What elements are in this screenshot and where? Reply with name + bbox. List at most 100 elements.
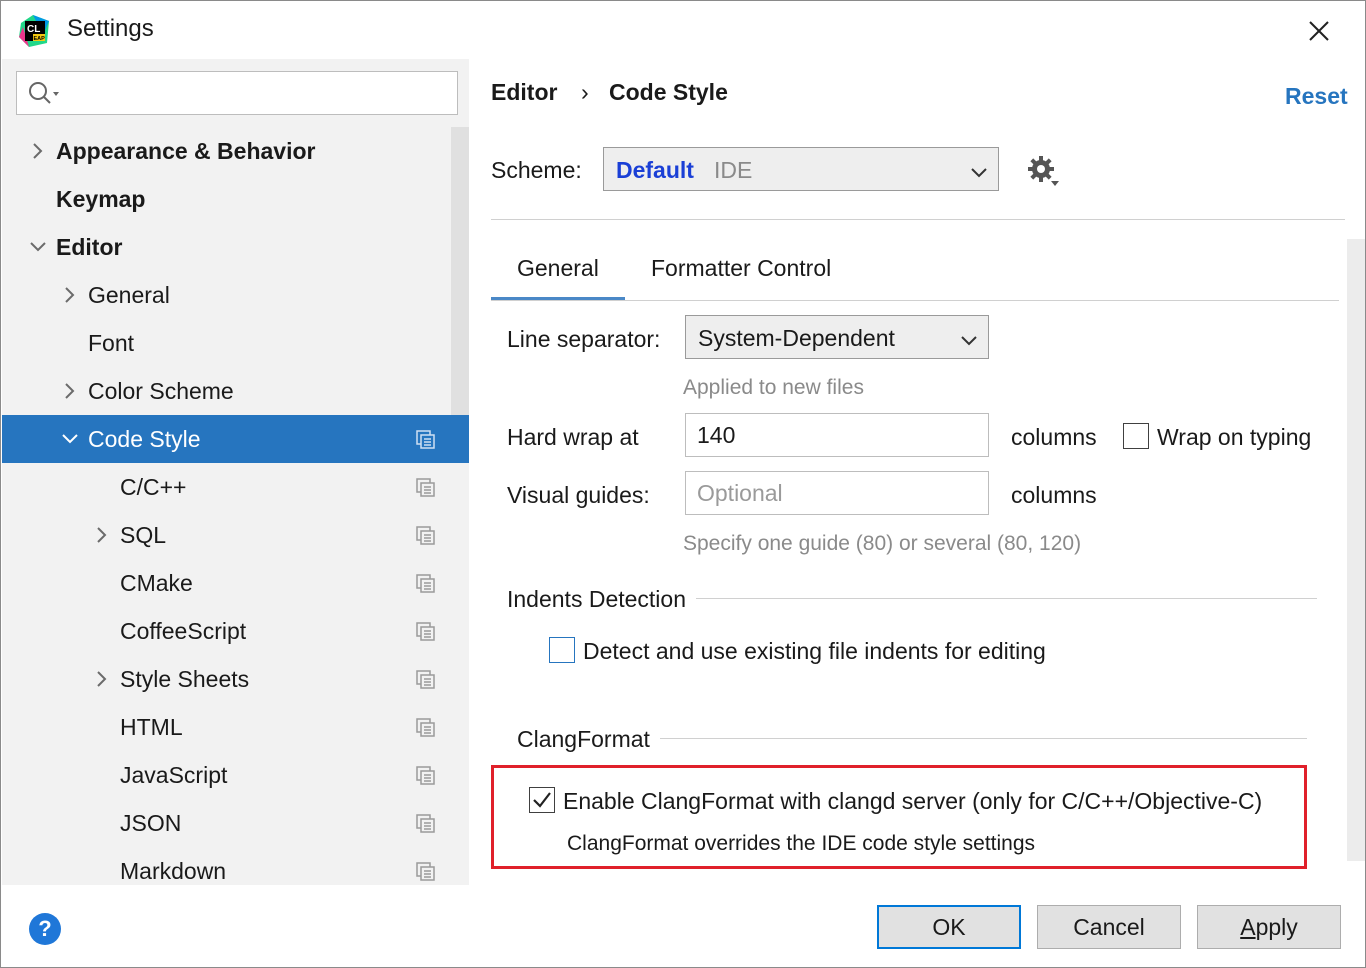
svg-text:CL: CL <box>27 24 40 35</box>
tree-item-label: Keymap <box>56 186 146 212</box>
tabs-divider <box>491 300 1339 301</box>
line-separator-hint: Applied to new files <box>683 376 864 399</box>
hard-wrap-label: Hard wrap at <box>507 424 639 450</box>
line-separator-dropdown[interactable]: System-Dependent <box>685 315 989 359</box>
search-icon <box>27 80 63 112</box>
indents-detection-title: Indents Detection <box>507 586 697 613</box>
tree-item-keymap[interactable]: Keymap <box>2 175 469 223</box>
tree-item-label: C/C++ <box>120 474 187 500</box>
clion-app-icon: CL EAP <box>19 15 51 47</box>
tree-item-html[interactable]: HTML <box>2 703 469 751</box>
gear-icon[interactable] <box>1025 153 1061 195</box>
project-scheme-icon <box>416 525 436 545</box>
project-scheme-icon <box>416 429 436 449</box>
clangformat-title: ClangFormat <box>517 726 660 753</box>
visual-guides-input[interactable]: Optional <box>685 471 989 515</box>
tree-item-label: Code Style <box>88 426 201 452</box>
hard-wrap-input[interactable]: 140 <box>685 413 989 457</box>
visual-guides-columns-label: columns <box>1011 482 1097 508</box>
chevron-down-icon <box>970 160 988 187</box>
close-icon <box>1309 21 1329 41</box>
tree-item-cmake[interactable]: CMake <box>2 559 469 607</box>
tree-item-editor[interactable]: Editor <box>2 223 469 271</box>
content-scrollbar[interactable] <box>1347 239 1365 861</box>
line-separator-value: System-Dependent <box>698 325 895 351</box>
scheme-label: Scheme: <box>491 157 582 183</box>
header-divider <box>491 219 1345 220</box>
detect-indents-checkbox[interactable] <box>549 637 575 663</box>
clangformat-note: ClangFormat overrides the IDE code style… <box>567 832 1036 855</box>
settings-tree: Appearance & Behavior Keymap Editor General… <box>2 127 469 885</box>
search-input[interactable] <box>67 78 447 108</box>
apply-mnemonic: A <box>1240 913 1256 940</box>
chevron-right-icon[interactable] <box>61 286 79 304</box>
tree-item-code-style[interactable]: Code Style <box>2 415 469 463</box>
cancel-button[interactable]: Cancel <box>1037 905 1181 949</box>
tree-item-label: Style Sheets <box>120 666 250 692</box>
apply-label-rest: pply <box>1255 913 1298 940</box>
tree-item-label: SQL <box>120 522 167 548</box>
wrap-on-typing-checkbox[interactable] <box>1123 423 1149 449</box>
tree-item-markdown[interactable]: Markdown <box>2 847 469 885</box>
scheme-dropdown[interactable]: Default IDE <box>603 147 999 191</box>
close-button[interactable] <box>1301 13 1337 49</box>
help-button[interactable]: ? <box>29 913 61 945</box>
tree-item-appearance-behavior[interactable]: Appearance & Behavior <box>2 127 469 175</box>
svg-text:EAP: EAP <box>34 36 46 42</box>
tree-item-label: General <box>88 282 170 308</box>
chevron-right-icon[interactable] <box>93 670 111 688</box>
scheme-type: IDE <box>714 157 753 183</box>
project-scheme-icon <box>416 765 436 785</box>
project-scheme-icon <box>416 861 436 881</box>
settings-nav-panel: Appearance & Behavior Keymap Editor General… <box>2 59 469 885</box>
project-scheme-icon <box>416 621 436 641</box>
tree-item-json[interactable]: JSON <box>2 799 469 847</box>
breadcrumb-current: Code Style <box>609 79 728 105</box>
tab-formatter-control[interactable]: Formatter Control <box>651 255 831 282</box>
tree-item-label: Appearance & Behavior <box>56 138 316 164</box>
hard-wrap-columns-label: columns <box>1011 424 1097 450</box>
project-scheme-icon <box>416 573 436 593</box>
tree-item-label: CMake <box>120 570 193 596</box>
project-scheme-icon <box>416 717 436 737</box>
ok-button[interactable]: OK <box>877 905 1021 949</box>
project-scheme-icon <box>416 477 436 497</box>
title-bar: CL EAP Settings <box>1 1 1365 59</box>
chevron-right-icon[interactable] <box>61 382 79 400</box>
breadcrumb-parent[interactable]: Editor <box>491 79 557 106</box>
tree-item-general[interactable]: General <box>2 271 469 319</box>
reset-link[interactable]: Reset <box>1285 83 1348 110</box>
tree-item-coffeescript[interactable]: CoffeeScript <box>2 607 469 655</box>
tree-item-style-sheets[interactable]: Style Sheets <box>2 655 469 703</box>
enable-clangformat-label[interactable]: Enable ClangFormat with clangd server (o… <box>563 788 1262 815</box>
visual-guides-label: Visual guides: <box>507 482 650 508</box>
visual-guides-hint: Specify one guide (80) or several (80, 1… <box>683 532 1082 555</box>
tab-general[interactable]: General <box>517 255 599 282</box>
tree-item-font[interactable]: Font <box>2 319 469 367</box>
window-title: Settings <box>67 15 154 42</box>
chevron-right-icon[interactable] <box>29 142 47 160</box>
detect-indents-label[interactable]: Detect and use existing file indents for… <box>583 638 1046 665</box>
enable-clangformat-checkbox[interactable] <box>529 787 555 813</box>
tree-item-javascript[interactable]: JavaScript <box>2 751 469 799</box>
chevron-down-icon <box>960 328 978 355</box>
tree-item-label: CoffeeScript <box>120 618 247 644</box>
tree-item-label: HTML <box>120 714 183 740</box>
tree-item-label: JavaScript <box>120 762 228 788</box>
tree-item-c-c-[interactable]: C/C++ <box>2 463 469 511</box>
project-scheme-icon <box>416 669 436 689</box>
tree-item-label: Color Scheme <box>88 378 234 404</box>
chevron-down-icon[interactable] <box>29 238 47 256</box>
tree-item-sql[interactable]: SQL <box>2 511 469 559</box>
search-box[interactable] <box>16 71 458 115</box>
breadcrumb-separator: › <box>581 79 589 105</box>
tree-item-label: Markdown <box>120 858 227 884</box>
tree-item-color-scheme[interactable]: Color Scheme <box>2 367 469 415</box>
wrap-on-typing-label[interactable]: Wrap on typing <box>1157 424 1311 451</box>
chevron-right-icon[interactable] <box>93 526 111 544</box>
chevron-down-icon[interactable] <box>61 430 79 448</box>
apply-button[interactable]: Apply <box>1197 905 1341 949</box>
project-scheme-icon <box>416 813 436 833</box>
tree-item-label: Editor <box>56 234 123 260</box>
checkmark-icon <box>533 792 551 808</box>
